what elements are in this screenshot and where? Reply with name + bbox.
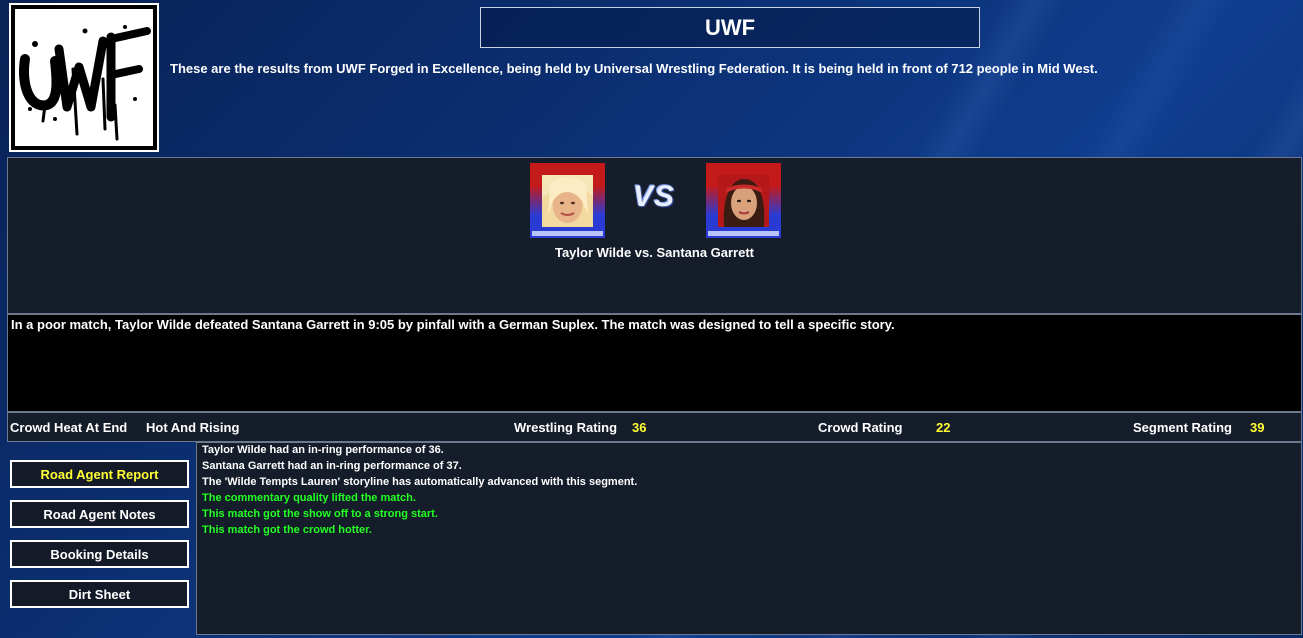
result-panel: In a poor match, Taylor Wilde defeated S… bbox=[7, 314, 1302, 412]
show-title-box: UWF bbox=[480, 7, 980, 48]
booking-details-button[interactable]: Booking Details bbox=[10, 540, 189, 568]
dirt-sheet-button[interactable]: Dirt Sheet bbox=[10, 580, 189, 608]
log-line: The commentary quality lifted the match. bbox=[202, 492, 416, 504]
log-line: This match got the show off to a strong … bbox=[202, 508, 438, 520]
wrestler2-portrait[interactable] bbox=[706, 163, 781, 238]
wrestler1-face-icon bbox=[542, 175, 593, 227]
show-intro-text: These are the results from UWF Forged in… bbox=[170, 61, 1098, 76]
ratings-bar: Crowd Heat At End Hot And Rising Wrestli… bbox=[7, 412, 1302, 442]
road-agent-report-button[interactable]: Road Agent Report bbox=[10, 460, 189, 488]
crowd-heat-value: Hot And Rising bbox=[146, 420, 240, 435]
segment-rating-value: 39 bbox=[1250, 420, 1265, 435]
wrestler2-face-icon bbox=[718, 175, 769, 227]
crowd-heat-label: Crowd Heat At End bbox=[10, 420, 128, 435]
wrestler1-portrait[interactable] bbox=[530, 163, 605, 238]
match-name: Taylor Wilde vs. Santana Garrett bbox=[554, 245, 755, 260]
road-agent-log: Taylor Wilde had an in-ring performance … bbox=[196, 442, 1302, 635]
log-line: This match got the crowd hotter. bbox=[202, 524, 372, 536]
uwf-logo-icon bbox=[19, 25, 151, 141]
log-line: The 'Wilde Tempts Lauren' storyline has … bbox=[202, 476, 638, 488]
log-line: Santana Garrett had an in-ring performan… bbox=[202, 460, 462, 472]
match-result-text: In a poor match, Taylor Wilde defeated S… bbox=[11, 317, 895, 332]
portrait-caption-strip bbox=[708, 231, 779, 236]
vs-label: VS bbox=[633, 180, 676, 213]
match-panel: VS Taylor Wilde vs. Santana Garrett bbox=[7, 157, 1302, 314]
wrestling-rating-label: Wrestling Rating bbox=[514, 420, 618, 435]
uwf-logo bbox=[9, 3, 159, 152]
crowd-rating-value: 22 bbox=[936, 420, 951, 435]
crowd-rating-label: Crowd Rating bbox=[818, 420, 903, 435]
uwf-logo-image bbox=[15, 9, 153, 146]
segment-rating-label: Segment Rating bbox=[1133, 420, 1232, 435]
wrestling-rating-value: 36 bbox=[632, 420, 647, 435]
road-agent-notes-button[interactable]: Road Agent Notes bbox=[10, 500, 189, 528]
show-title: UWF bbox=[704, 14, 756, 40]
log-line: Taylor Wilde had an in-ring performance … bbox=[202, 444, 444, 456]
portrait-caption-strip bbox=[532, 231, 603, 236]
